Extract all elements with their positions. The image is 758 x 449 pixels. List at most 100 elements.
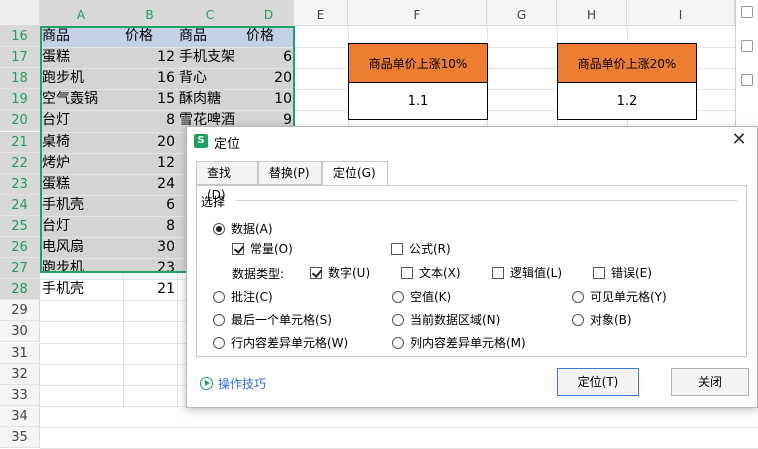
table-cell[interactable]: 台灯: [40, 216, 123, 237]
table-cell[interactable]: 蛋糕: [40, 174, 123, 195]
table-cell[interactable]: 手机壳: [40, 195, 123, 216]
column-header-i[interactable]: I: [627, 0, 735, 26]
goto-button[interactable]: 定位(T): [557, 368, 639, 396]
column-header-h[interactable]: H: [557, 0, 627, 26]
radio-column-differences[interactable]: 列内容差异单元格(M): [392, 334, 526, 351]
tab-find[interactable]: 查找(D): [196, 161, 258, 202]
table-header-cell[interactable]: 价格: [244, 26, 294, 47]
row-header[interactable]: 24: [0, 194, 40, 216]
close-icon[interactable]: ✕: [729, 130, 749, 150]
row-header[interactable]: 27: [0, 258, 40, 280]
radio-button[interactable]: [213, 222, 225, 235]
table-cell[interactable]: 30: [123, 237, 177, 258]
table-cell[interactable]: 背心: [177, 68, 244, 89]
checkbox-numbers[interactable]: 数字(U): [310, 264, 370, 281]
radio-button[interactable]: [572, 290, 584, 303]
radio-objects[interactable]: 对象(B): [572, 311, 632, 328]
table-cell[interactable]: 8: [123, 216, 177, 237]
table-cell[interactable]: 23: [123, 258, 177, 279]
radio-button[interactable]: [392, 336, 404, 349]
table-cell[interactable]: 10: [244, 89, 294, 110]
table-cell[interactable]: 20: [123, 132, 177, 153]
table-cell[interactable]: 12: [123, 47, 177, 68]
table-cell[interactable]: 台灯: [40, 110, 123, 131]
radio-button[interactable]: [392, 290, 404, 303]
checkbox[interactable]: [492, 266, 504, 279]
panel-icon[interactable]: [741, 40, 753, 52]
column-header-d[interactable]: D: [244, 0, 294, 26]
price-increase-10-value[interactable]: 1.1: [348, 82, 488, 120]
column-header-e[interactable]: E: [294, 0, 348, 26]
column-header-b[interactable]: B: [123, 0, 177, 26]
checkbox-text[interactable]: 文本(X): [401, 264, 461, 281]
panel-icon[interactable]: [741, 6, 753, 18]
row-header[interactable]: 25: [0, 215, 40, 237]
radio-button[interactable]: [213, 313, 225, 326]
price-increase-20-label[interactable]: 商品单价上涨20%: [557, 43, 697, 83]
table-header-cell[interactable]: 商品: [40, 26, 123, 47]
dialog-titlebar[interactable]: S 定位 ✕: [187, 127, 757, 155]
radio-row-differences[interactable]: 行内容差异单元格(W): [213, 334, 348, 351]
row-header[interactable]: 31: [0, 342, 40, 364]
row-header[interactable]: 32: [0, 363, 40, 385]
table-cell[interactable]: 手机支架: [177, 47, 244, 68]
table-cell[interactable]: 蛋糕: [40, 47, 123, 68]
table-cell[interactable]: 跑步机: [40, 258, 123, 279]
table-cell[interactable]: 6: [244, 47, 294, 68]
row-header[interactable]: 34: [0, 405, 40, 427]
tab-replace[interactable]: 替换(P): [258, 161, 322, 185]
table-cell[interactable]: 电风扇: [40, 237, 123, 258]
column-header-a[interactable]: A: [40, 0, 123, 26]
table-cell[interactable]: 烤炉: [40, 153, 123, 174]
row-header[interactable]: 17: [0, 47, 40, 69]
row-header[interactable]: 19: [0, 89, 40, 111]
table-cell[interactable]: 12: [123, 153, 177, 174]
table-header-cell[interactable]: 价格: [123, 26, 177, 47]
radio-last-cell[interactable]: 最后一个单元格(S): [213, 311, 332, 328]
checkbox[interactable]: [401, 266, 413, 279]
row-header[interactable]: 23: [0, 173, 40, 195]
table-cell[interactable]: 15: [123, 89, 177, 110]
table-cell[interactable]: 21: [123, 279, 177, 300]
tips-link[interactable]: 操作技巧: [200, 375, 266, 392]
radio-data[interactable]: 数据(A): [213, 220, 273, 237]
radio-button[interactable]: [213, 290, 225, 303]
checkbox-constants[interactable]: 常量(O): [232, 240, 293, 257]
column-header-g[interactable]: G: [487, 0, 557, 26]
table-cell[interactable]: 6: [123, 195, 177, 216]
table-cell[interactable]: 手机壳: [40, 279, 123, 300]
radio-current-region[interactable]: 当前数据区域(N): [392, 311, 500, 328]
row-header[interactable]: 16: [0, 26, 40, 47]
column-header-f[interactable]: F: [348, 0, 487, 26]
price-increase-20-value[interactable]: 1.2: [557, 82, 697, 120]
radio-button[interactable]: [213, 336, 225, 349]
row-header[interactable]: 30: [0, 321, 40, 343]
table-cell[interactable]: 跑步机: [40, 68, 123, 89]
checkbox-errors[interactable]: 错误(E): [593, 264, 652, 281]
row-header[interactable]: 26: [0, 237, 40, 258]
checkbox[interactable]: [391, 242, 403, 255]
radio-button[interactable]: [392, 313, 404, 326]
checkbox-formulas[interactable]: 公式(R): [391, 240, 451, 257]
table-cell[interactable]: 24: [123, 174, 177, 195]
table-cell[interactable]: 16: [123, 68, 177, 89]
checkbox[interactable]: [310, 266, 322, 279]
radio-button[interactable]: [572, 313, 584, 326]
panel-icon[interactable]: [741, 74, 753, 86]
radio-comments[interactable]: 批注(C): [213, 288, 273, 305]
table-cell[interactable]: 20: [244, 68, 294, 89]
row-header[interactable]: 29: [0, 300, 40, 322]
row-header[interactable]: 33: [0, 384, 40, 406]
row-header[interactable]: 35: [0, 426, 40, 448]
table-header-cell[interactable]: 商品: [177, 26, 244, 47]
select-all-corner[interactable]: [0, 0, 40, 26]
column-header-c[interactable]: C: [177, 0, 244, 26]
radio-visible-cells[interactable]: 可见单元格(Y): [572, 288, 667, 305]
checkbox-logical[interactable]: 逻辑值(L): [492, 264, 562, 281]
table-cell[interactable]: 8: [123, 110, 177, 131]
checkbox[interactable]: [593, 266, 605, 279]
row-header[interactable]: 28: [0, 279, 40, 301]
tab-goto[interactable]: 定位(G): [322, 161, 388, 186]
close-button[interactable]: 关闭: [671, 368, 749, 396]
row-header[interactable]: 22: [0, 152, 40, 174]
